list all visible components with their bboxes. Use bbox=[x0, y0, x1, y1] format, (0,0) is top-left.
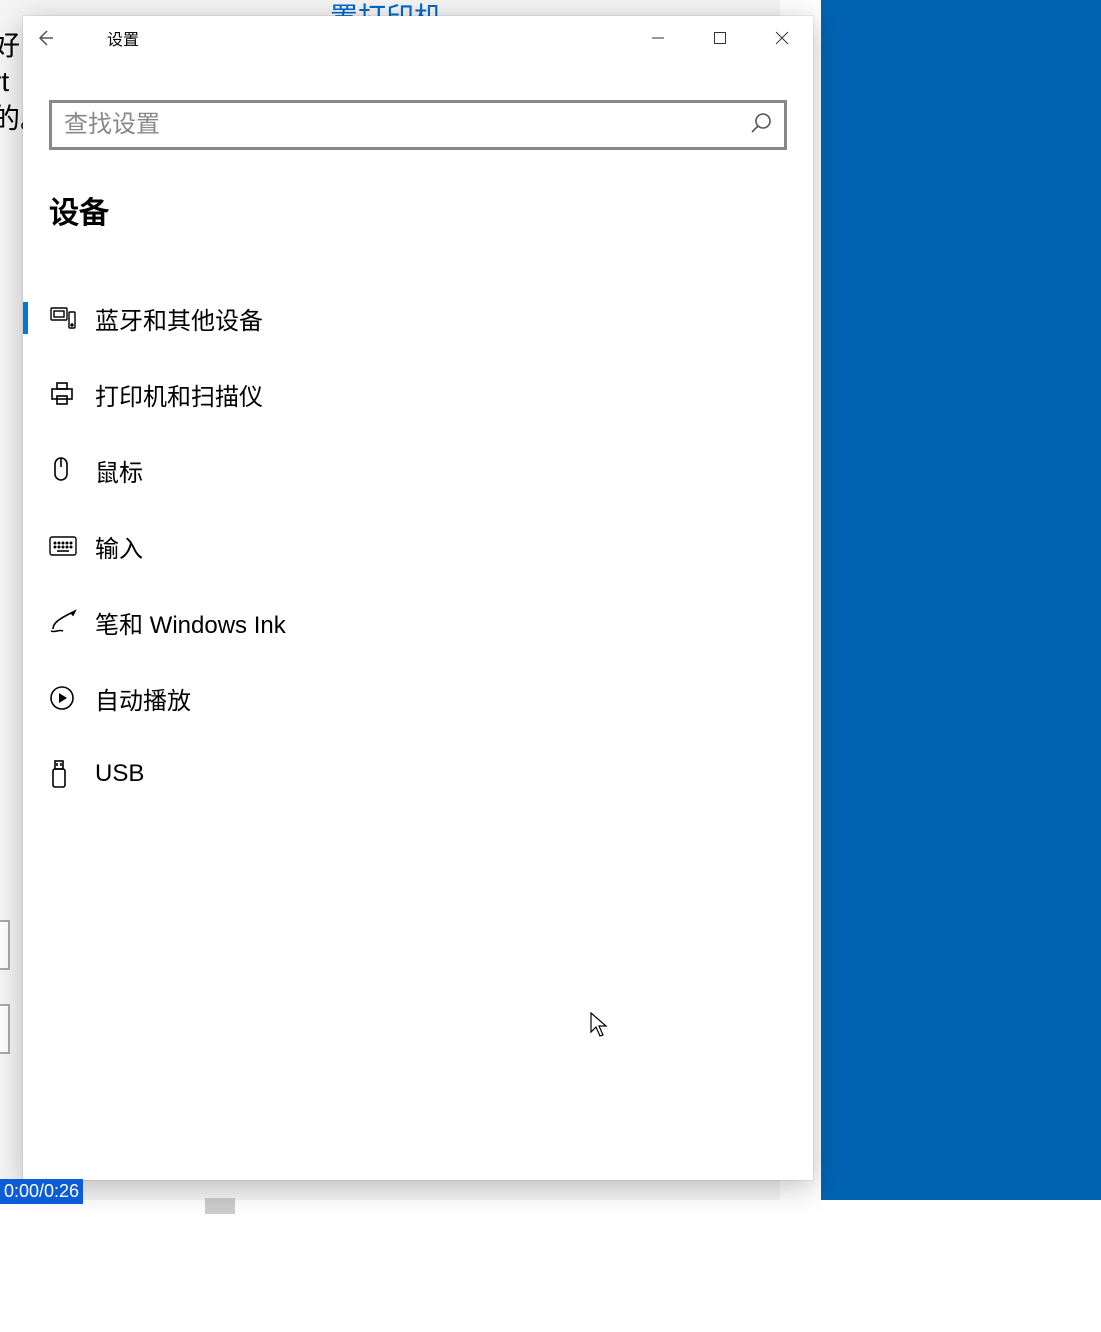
background-field-2 bbox=[0, 1004, 10, 1054]
back-arrow-icon bbox=[35, 28, 55, 48]
nav-label: 蓝牙和其他设备 bbox=[95, 301, 263, 336]
autoplay-icon bbox=[49, 685, 95, 711]
nav-label: 鼠标 bbox=[95, 453, 143, 488]
nav-label: 打印机和扫描仪 bbox=[95, 377, 263, 412]
nav-label: 笔和 Windows Ink bbox=[95, 605, 286, 640]
close-button[interactable] bbox=[751, 16, 813, 60]
minimize-button[interactable] bbox=[627, 16, 689, 60]
nav-item-mouse[interactable]: 鼠标 bbox=[23, 432, 813, 508]
window-titlebar: 设置 bbox=[23, 16, 813, 60]
usb-icon bbox=[49, 759, 95, 789]
nav-item-usb[interactable]: USB bbox=[23, 736, 813, 812]
close-icon bbox=[775, 31, 789, 45]
window-title: 设置 bbox=[107, 26, 139, 50]
section-title: 设备 bbox=[23, 150, 813, 232]
maximize-icon bbox=[713, 31, 727, 45]
maximize-button[interactable] bbox=[689, 16, 751, 60]
search-container bbox=[23, 60, 813, 150]
scrollbar-thumb[interactable] bbox=[205, 1198, 235, 1214]
nav-item-printers[interactable]: 打印机和扫描仪 bbox=[23, 356, 813, 432]
nav-item-bluetooth[interactable]: 蓝牙和其他设备 bbox=[23, 280, 813, 356]
search-input[interactable] bbox=[64, 111, 742, 139]
page-bottom-strip bbox=[0, 1204, 1101, 1332]
mouse-icon bbox=[49, 456, 95, 484]
nav-label: USB bbox=[95, 760, 144, 788]
printer-icon bbox=[49, 381, 95, 407]
nav-label: 自动播放 bbox=[95, 681, 191, 716]
nav-label: 输入 bbox=[95, 529, 143, 564]
background-field-1 bbox=[0, 920, 10, 970]
nav-item-autoplay[interactable]: 自动播放 bbox=[23, 660, 813, 736]
back-button[interactable] bbox=[23, 16, 67, 60]
nav-item-pen[interactable]: 笔和 Windows Ink bbox=[23, 584, 813, 660]
device-nav-list: 蓝牙和其他设备 打印机和扫描仪 鼠标 bbox=[23, 280, 813, 812]
minimize-icon bbox=[651, 31, 665, 45]
search-icon bbox=[750, 112, 772, 139]
pen-icon bbox=[49, 609, 95, 635]
settings-window: 设置 设备 bbox=[23, 16, 813, 1180]
window-controls bbox=[627, 16, 813, 60]
bluetooth-devices-icon bbox=[49, 304, 95, 332]
nav-item-typing[interactable]: 输入 bbox=[23, 508, 813, 584]
desktop-background bbox=[821, 0, 1101, 1200]
video-timecode: 0:00/0:26 bbox=[0, 1179, 83, 1204]
keyboard-icon bbox=[49, 536, 95, 556]
search-box[interactable] bbox=[49, 100, 787, 150]
